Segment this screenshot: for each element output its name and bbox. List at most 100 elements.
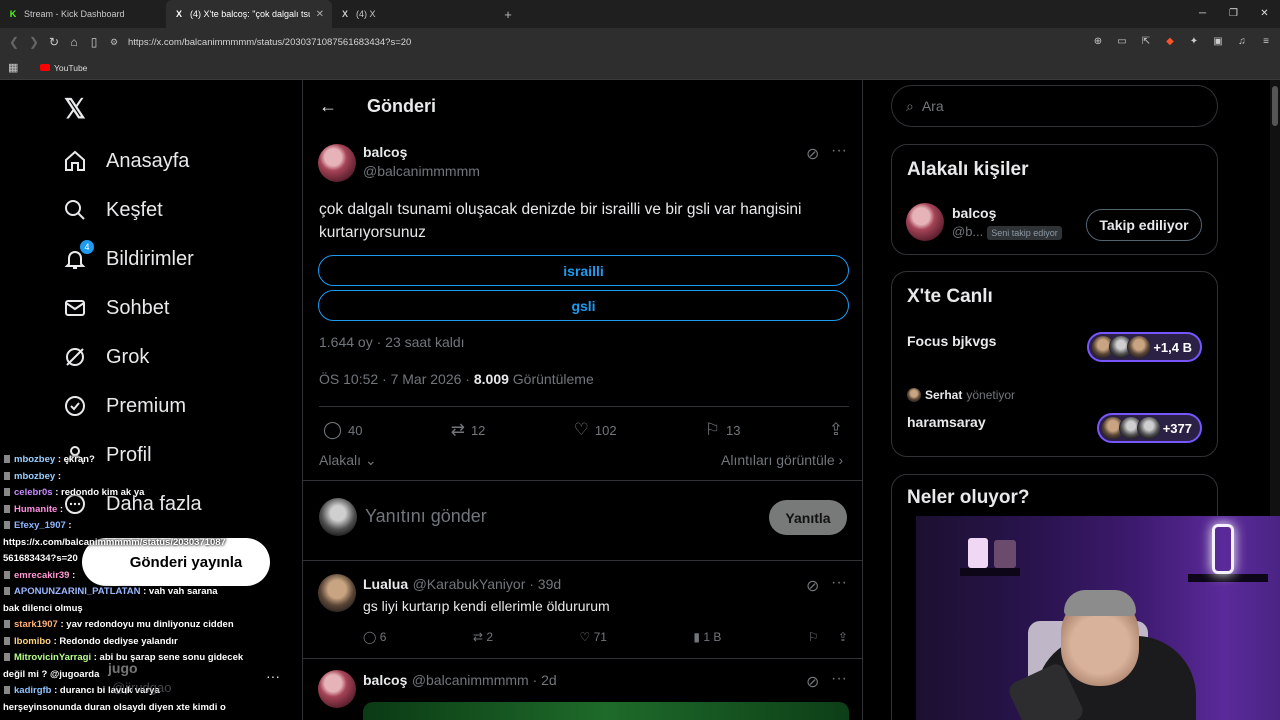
avatar[interactable]	[906, 203, 944, 241]
reply-author-name[interactable]: balcoş	[363, 672, 407, 688]
wallet-icon[interactable]: ▣	[1210, 33, 1226, 51]
views-button[interactable]: ▮ 1 B	[693, 630, 721, 644]
bookmark-youtube[interactable]: YouTube	[54, 63, 87, 73]
apps-grid-icon[interactable]: ▦	[8, 61, 18, 74]
zoom-icon[interactable]: ⊕	[1090, 33, 1106, 51]
view-quotes-link[interactable]: Alıntıları görüntüle ›	[721, 452, 843, 468]
views-label: Görüntüleme	[508, 371, 594, 387]
repost-icon: ⇄	[472, 630, 483, 644]
avatar[interactable]	[318, 574, 356, 612]
chat-username[interactable]: mbozbey	[14, 471, 55, 482]
nav-home[interactable]: Anasayfa	[62, 144, 189, 178]
search-input[interactable]: ⌕ Ara	[891, 85, 1218, 127]
sort-relevant[interactable]: Alakalı ⌄	[319, 452, 377, 469]
reply-author-handle[interactable]: @balcanimmmmm · 2d	[412, 672, 557, 688]
home-icon[interactable]: ⌂	[64, 35, 84, 49]
repost-button[interactable]: ⇄ 12	[451, 420, 486, 440]
browser-tab[interactable]: X (4) X	[332, 0, 498, 28]
poll-option-gsli[interactable]: gsli	[318, 290, 849, 321]
main-column: ← Gönderi balcoş @balcanimmmmm ⊘ ··· çok…	[302, 80, 863, 720]
like-button[interactable]: ♡ 102	[574, 420, 617, 440]
reply-composer: Yanıtını gönder Yanıtla	[319, 498, 849, 538]
chat-username[interactable]: Efexy_1907	[14, 520, 66, 531]
chat-username[interactable]: mbozbey	[14, 454, 55, 465]
reply-author-handle[interactable]: @KarabukYaniyor · 39d	[413, 576, 562, 592]
chat-username[interactable]: lbomibo	[14, 636, 51, 647]
bookmark-icon[interactable]: ▯	[84, 35, 104, 49]
nav-notifications[interactable]: 4 Bildirimler	[62, 240, 194, 276]
notification-badge: 4	[80, 240, 94, 254]
chat-message: APONUNZARINI_PATLATAN : vah vah sarana	[0, 584, 290, 601]
close-window-icon[interactable]: ✕	[1249, 0, 1280, 28]
chat-username[interactable]: APONUNZARINI_PATLATAN	[14, 586, 140, 597]
reply-submit-button[interactable]: Yanıtla	[769, 500, 847, 535]
chat-username[interactable]: celebr0s	[14, 487, 53, 498]
live-space-title[interactable]: Focus bjkvgs	[907, 333, 996, 349]
account-more-icon[interactable]: ···	[266, 668, 280, 684]
browser-tab-active[interactable]: X (4) X'te balcoş: "çok dalgalı tsuna ✕	[166, 0, 332, 28]
forward-icon[interactable]: ❯	[24, 35, 44, 49]
reply-button[interactable]: ◯ 6	[363, 630, 386, 644]
chat-username[interactable]: emrecakir39	[14, 570, 69, 581]
url-field[interactable]: ⚙ https://x.com/balcanimmmmm/status/2030…	[110, 33, 1180, 51]
site-settings-icon[interactable]: ⚙	[110, 37, 120, 48]
tab-label: (4) X	[356, 9, 376, 19]
bookmark-button[interactable]: ⚐ 13	[705, 420, 741, 440]
grok-icon[interactable]: ⊘	[806, 144, 819, 164]
chat-username[interactable]: stark1907	[14, 619, 58, 630]
x-logo-icon[interactable]: 𝕏	[64, 94, 86, 125]
live-listeners-pill[interactable]: +1,4 B	[1087, 332, 1202, 362]
poll-option-israilli[interactable]: israilli	[318, 255, 849, 286]
bookmark-count: 13	[726, 422, 741, 438]
chat-username[interactable]: MitrovicinYarragi	[14, 652, 91, 663]
person-name[interactable]: balcoş	[952, 205, 1062, 221]
chat-username[interactable]: Humanite	[14, 504, 57, 515]
menu-icon[interactable]: ≡	[1258, 33, 1274, 51]
avatar[interactable]	[318, 670, 356, 708]
nav-label: Premium	[106, 394, 187, 417]
nav-premium[interactable]: Premium	[62, 389, 186, 423]
live-space-title[interactable]: haramsaray	[907, 414, 986, 430]
post-header: ← Gönderi	[319, 94, 436, 118]
media-icon[interactable]: ♫	[1234, 33, 1250, 51]
close-icon[interactable]: ✕	[316, 9, 324, 20]
avatar[interactable]	[318, 144, 356, 182]
bookmark-button[interactable]: ⚐ ⇪	[808, 630, 848, 644]
more-icon[interactable]: ···	[831, 142, 847, 160]
cast-icon[interactable]: ▭	[1114, 33, 1130, 51]
chat-username[interactable]: kadirgfb	[14, 685, 51, 696]
more-icon[interactable]: ···	[831, 670, 847, 688]
reply-button[interactable]: ◯ 40	[323, 420, 363, 440]
chat-text: : Redondo dediyse yalandır	[50, 635, 178, 647]
nav-messages[interactable]: Sohbet	[62, 291, 169, 325]
grok-icon[interactable]: ⊘	[806, 672, 819, 692]
more-icon[interactable]: ···	[831, 574, 847, 592]
grok-icon[interactable]: ⊘	[806, 576, 819, 596]
account-name[interactable]: jugo	[108, 660, 138, 676]
extensions-icon[interactable]: ✦	[1186, 33, 1202, 51]
post-actions: ◯ 40 ⇄ 12 ♡ 102 ⚐ 13 ⇪	[323, 420, 843, 440]
back-icon[interactable]: ❮	[4, 35, 24, 49]
minimize-icon[interactable]: ─	[1187, 0, 1218, 28]
reply-author-name[interactable]: Lualua	[363, 576, 408, 592]
brave-shield-icon[interactable]: ◆	[1162, 33, 1178, 51]
nav-grok[interactable]: Grok	[62, 340, 149, 374]
back-arrow-icon[interactable]: ←	[319, 96, 337, 117]
live-listeners-pill[interactable]: +377	[1096, 413, 1202, 443]
author-name[interactable]: balcoş	[363, 144, 480, 160]
author-handle[interactable]: @balcanimmmmm	[363, 163, 480, 179]
new-tab-button[interactable]: +	[498, 7, 518, 22]
reload-icon[interactable]: ↻	[44, 35, 64, 49]
nav-explore[interactable]: Keşfet	[62, 193, 163, 227]
media-preview[interactable]	[363, 702, 849, 720]
reply-input[interactable]: Yanıtını gönder	[365, 506, 487, 527]
chat-message: lbomibo : Redondo dediyse yalandır	[0, 634, 290, 651]
like-button[interactable]: ♡ 71	[579, 630, 606, 644]
share-button[interactable]: ⇪	[829, 420, 843, 440]
scrollbar-thumb[interactable]	[1272, 86, 1278, 126]
browser-tab[interactable]: K Stream - Kick Dashboard	[0, 0, 166, 28]
following-button[interactable]: Takip ediliyor	[1086, 209, 1202, 241]
share-icon[interactable]: ⇱	[1138, 33, 1154, 51]
restore-icon[interactable]: ❐	[1218, 0, 1249, 28]
repost-button[interactable]: ⇄ 2	[473, 630, 493, 644]
